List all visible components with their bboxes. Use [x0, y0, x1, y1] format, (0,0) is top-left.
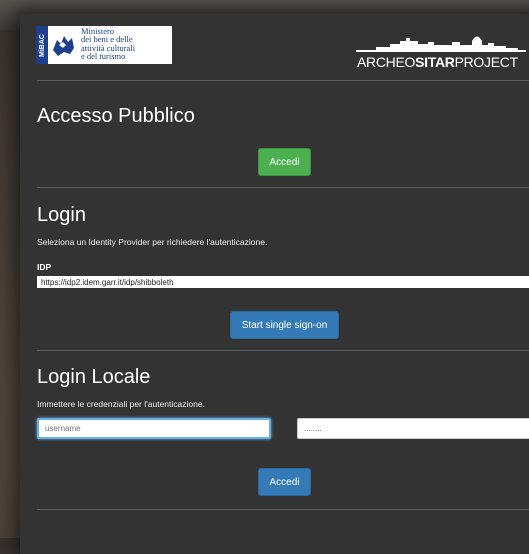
local-login-button[interactable]: Accedi [258, 468, 311, 496]
password-input[interactable] [297, 418, 529, 439]
public-access-button[interactable]: Accedi [258, 148, 311, 176]
sso-login-title: Login [37, 204, 86, 226]
sso-login-button[interactable]: Start single sign-on [230, 311, 339, 339]
panel-header: MiBAC Ministero dei beni e delle attivit… [20, 14, 529, 80]
mibac-text: Ministero dei beni e delle attività cult… [78, 26, 135, 64]
archeo-wordmark-part1: ARCHEO [357, 54, 416, 70]
mibac-line-4: e del turismo [81, 51, 126, 62]
local-login-description: Immettere le credenziali per l'autentica… [37, 399, 205, 409]
mibac-logo: MiBAC Ministero dei beni e delle attivit… [36, 26, 172, 64]
idp-label: IDP [37, 262, 52, 272]
idp-select-value: https://idp2.idem.garr.it/idp/shibboleth [41, 277, 174, 287]
local-login-divider [37, 509, 529, 510]
mibac-emblem-icon [48, 26, 78, 64]
public-access-divider [37, 187, 529, 188]
archeo-wordmark-part2: SITAR [415, 54, 455, 70]
skyline-icon [356, 36, 526, 52]
idp-select[interactable]: https://idp2.idem.garr.it/idp/shibboleth… [37, 276, 529, 288]
local-login-title: Login Locale [37, 366, 151, 388]
login-panel: MiBAC Ministero dei beni e delle attivit… [20, 14, 529, 554]
mibac-side-label: MiBAC [36, 26, 48, 64]
mibac-side-text: MiBAC [38, 33, 46, 57]
archeo-sitar-logo: ARCHEOSITARPROJECT [356, 30, 529, 74]
header-divider [37, 80, 529, 81]
archeo-wordmark: ARCHEOSITARPROJECT [357, 54, 518, 70]
public-access-title: Accesso Pubblico [37, 105, 195, 127]
username-input[interactable] [37, 418, 271, 439]
sso-login-divider [37, 350, 529, 351]
archeo-wordmark-part3: PROJECT [454, 54, 519, 70]
sso-login-description: Seleziona un Identity Provider per richi… [37, 237, 268, 247]
